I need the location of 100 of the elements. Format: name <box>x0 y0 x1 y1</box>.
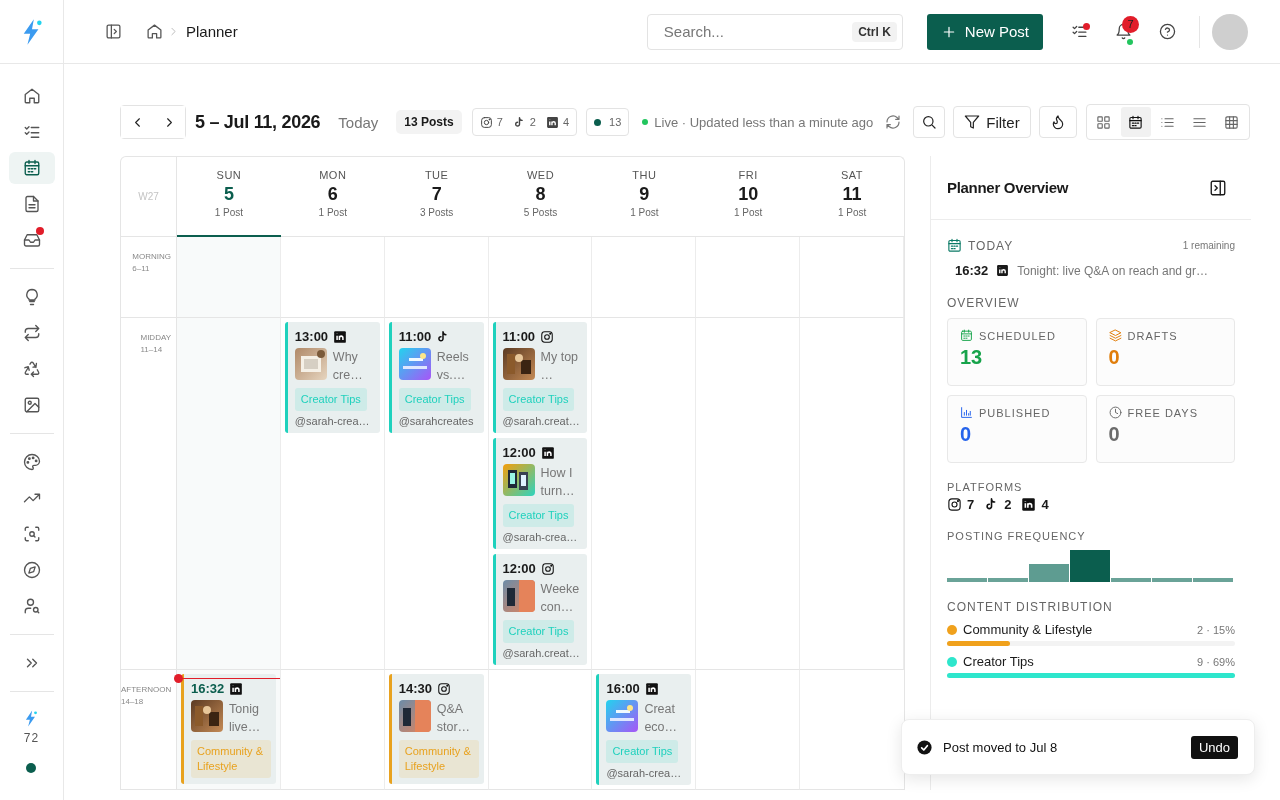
calendar-cell[interactable] <box>696 670 801 790</box>
post-card[interactable]: 16:32 Tonig live… Community & Lifestyle <box>181 674 276 784</box>
post-card[interactable]: 11:00 My top … Creator Tips @sarah.creat… <box>492 322 588 433</box>
lightning-icon <box>24 710 39 727</box>
calendar-cell[interactable]: 11:00 My top … Creator Tips @sarah.creat… 12:00 How I turn… Creator Tips @sarah-crea… 12:00 Weeke con… Creator Tips @sarah.creat… <box>488 318 593 670</box>
compass-icon <box>22 561 41 579</box>
post-time: 12:00 <box>502 445 536 460</box>
sidebar-toggle-icon[interactable] <box>105 23 122 40</box>
calendar-cell[interactable] <box>488 237 593 318</box>
new-post-button[interactable]: New Post <box>926 13 1043 50</box>
post-time: 14:30 <box>398 681 432 696</box>
refresh-icon[interactable] <box>885 114 902 130</box>
calendar-cell[interactable]: 14:30 Q&A stor… Community & Lifestyle <box>384 670 489 790</box>
date-range: 5 – Jul 11, 2026 <box>195 111 321 133</box>
calendar-cell[interactable] <box>177 318 281 670</box>
calendar-cell[interactable] <box>696 318 801 670</box>
breadcrumb-current: Planner <box>186 23 238 40</box>
trending-button[interactable] <box>1038 106 1077 138</box>
remaining-count: 1 remaining <box>1182 240 1235 251</box>
post-title: How I turn… <box>540 465 576 500</box>
instagram-icon <box>947 497 962 512</box>
calendar-cell[interactable] <box>592 237 697 318</box>
linkedin-icon <box>545 115 559 129</box>
day-header[interactable]: MON 6 1 Post <box>280 157 385 237</box>
day-header[interactable]: FRI 10 1 Post <box>696 157 801 237</box>
instagram-icon <box>436 681 451 696</box>
post-card[interactable]: 12:00 Weeke con… Creator Tips @sarah.creat… <box>492 554 588 665</box>
collapse-panel-icon[interactable] <box>1209 178 1227 197</box>
view-button[interactable] <box>1120 107 1151 137</box>
post-card[interactable]: 11:00 Reels vs.… Creator Tips @sarahcreates <box>388 322 484 433</box>
post-time: 11:00 <box>502 329 536 344</box>
calendar-cell[interactable]: 16:32 Tonig live… Community & Lifestyle <box>177 670 281 790</box>
image-icon <box>22 396 41 414</box>
search-icon <box>921 114 938 130</box>
filter-button[interactable]: Filter <box>953 106 1031 138</box>
linkedin-icon <box>996 264 1010 277</box>
calendar-cell[interactable] <box>800 237 904 318</box>
section-label: OVERVIEW <box>947 296 1021 310</box>
day-header[interactable]: SAT 11 1 Post <box>800 157 904 237</box>
post-time: 12:00 <box>502 561 536 576</box>
section-label: POSTING FREQUENCY <box>947 530 1087 542</box>
linkedin-icon <box>644 681 659 696</box>
post-time: 16:32 <box>191 681 225 696</box>
toast-message: Post moved to Jul 8 <box>943 739 1059 755</box>
calendar-cell[interactable]: 13:00 Why cre… Creator Tips @sarah-crea… <box>280 318 385 670</box>
day-header[interactable]: TUE 7 3 Posts <box>384 157 489 237</box>
today-post[interactable]: 16:32 Tonight: live Q&A on reach and gr… <box>947 253 1235 278</box>
checklist-icon <box>22 123 41 141</box>
category-tag: Creator Tips <box>606 740 679 763</box>
category-tag: Creator Tips <box>398 388 471 411</box>
category-tag: Creator Tips <box>502 388 575 411</box>
platform-count: 7 <box>496 116 503 128</box>
calendar-cell[interactable] <box>696 237 801 318</box>
linkedin-icon <box>540 445 555 460</box>
clock-icon <box>1108 406 1122 419</box>
calendar-cell[interactable] <box>280 237 385 318</box>
calendar-cell[interactable] <box>384 237 489 318</box>
section-label: PLATFORMS <box>947 481 1024 493</box>
calendar-cell[interactable] <box>280 670 385 790</box>
home-icon <box>22 87 41 105</box>
credit-count: 72 <box>23 731 40 745</box>
platform-count: 7 <box>967 497 975 512</box>
stat-value: 0 <box>1108 346 1121 369</box>
search-button[interactable] <box>913 106 946 138</box>
scheduled-count: 13 <box>609 116 622 128</box>
bar-chart-icon <box>960 406 973 419</box>
home-icon[interactable] <box>146 23 163 40</box>
calendar-cell[interactable] <box>177 237 281 318</box>
calendar-cell[interactable]: 11:00 Reels vs.… Creator Tips @sarahcreates <box>384 318 489 670</box>
post-card[interactable]: 13:00 Why cre… Creator Tips @sarah-crea… <box>284 322 380 433</box>
account-handle: @sarah.creat… <box>502 415 581 427</box>
tiktok-icon <box>512 115 526 129</box>
stat-label: SCHEDULED <box>979 329 1056 342</box>
account-handle: @sarah-crea… <box>294 415 371 427</box>
category-tag: Creator Tips <box>294 388 367 411</box>
today-button[interactable]: Today <box>338 113 379 131</box>
section-label: CONTENT DISTRIBUTION <box>947 600 1114 614</box>
day-header[interactable]: THU 9 1 Post <box>592 157 697 237</box>
post-title: Tonig live… <box>229 701 262 736</box>
check-icon <box>916 738 933 756</box>
calendar-cell[interactable] <box>488 670 593 790</box>
account-handle: @sarah-crea… <box>606 767 683 779</box>
linkedin-icon <box>1021 497 1037 512</box>
status-dot <box>594 118 602 126</box>
post-time: 13:00 <box>294 329 329 344</box>
scan-search-icon <box>22 525 41 543</box>
post-time: 11:00 <box>398 329 432 344</box>
period-range: 11–14 <box>140 345 164 354</box>
user-search-icon <box>22 597 41 615</box>
period-label: AFTERNOON <box>121 685 172 694</box>
calendar-cell[interactable] <box>592 318 697 670</box>
post-card[interactable]: 14:30 Q&A stor… Community & Lifestyle <box>388 674 484 784</box>
document-icon <box>22 195 41 213</box>
undo-button[interactable]: Undo <box>1190 735 1238 759</box>
post-title: Creat eco… <box>644 701 679 736</box>
post-title: Q&A stor… <box>436 701 472 736</box>
post-card[interactable]: 12:00 How I turn… Creator Tips @sarah-crea… <box>492 438 588 549</box>
table-view-icon <box>1224 114 1240 130</box>
calendar-cell[interactable] <box>800 318 904 670</box>
day-header[interactable]: WED 8 5 Posts <box>488 157 593 237</box>
